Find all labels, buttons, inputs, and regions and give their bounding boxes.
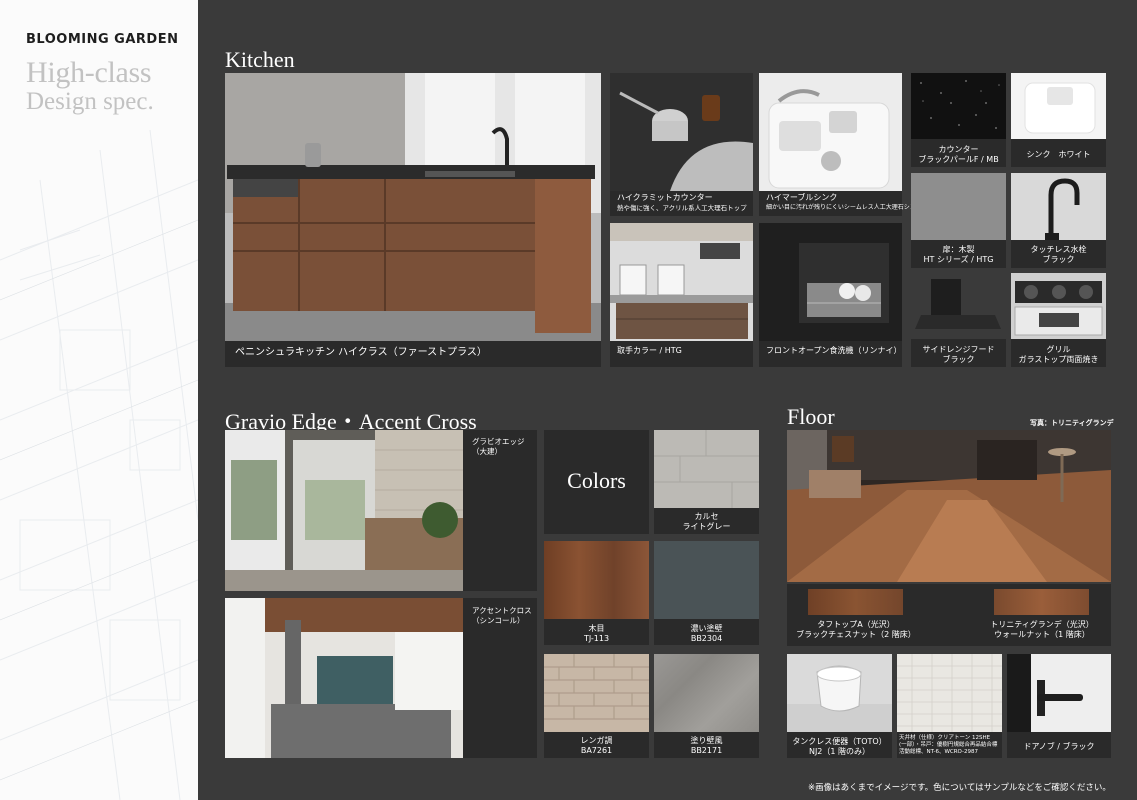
accent-cross-photo (225, 598, 463, 758)
swatch-brick-ba7261 (544, 654, 649, 732)
swatch-wood-line1: 木目 (588, 624, 605, 633)
ceiling-tile-line2: (一部）・吊戸：優樹円規総合再品結合標 (899, 742, 998, 748)
counter-caption-desc: 熱や傷に強く、アクリル系人工大理石トップ (617, 204, 747, 212)
swatch-carse-line1: カルセ (694, 512, 719, 521)
kitchen-main-caption: ペニンシュラキッチン ハイクラス（ファーストプラス） (235, 347, 487, 358)
floor-swatch-walnut (994, 589, 1089, 615)
floor-a-line2: ブラックチェスナット（2 階床） (796, 630, 916, 639)
tagline-design-spec: Design spec. (26, 88, 154, 115)
handle-color-caption: 取手カラー / HTG (617, 346, 682, 355)
swatch-plaster-line1: 塗り壁風 (690, 736, 723, 745)
floor-swatch-black-chestnut (808, 589, 903, 615)
floor-b-line2: ウォールナット（1 階床） (994, 630, 1090, 639)
faucet-line1: タッチレス水栓 (1030, 245, 1087, 254)
toilet-line2: NJ2（1 階のみ） (808, 747, 871, 756)
faucet-line2: ブラック (1042, 255, 1075, 264)
swatch-brick-line1: レンガ調 (580, 736, 613, 745)
gravio-edge-line2: （大建） (472, 447, 502, 456)
counter-caption-title: ハイクラミットカウンター (617, 193, 713, 202)
gravio-edge-photo (225, 430, 463, 591)
gravio-edge-line1: グラビオエッジ (472, 437, 525, 446)
door-knob-photo (1007, 654, 1111, 732)
ceiling-tile-line3: 活動総標、NT-6、WCRO-2987 (899, 749, 979, 755)
grill-line1: グリル (1046, 345, 1071, 354)
range-hood-photo (911, 273, 1006, 339)
handle-color-photo (610, 223, 753, 341)
swatch-wood-tj113 (544, 541, 649, 619)
colors-title: Colors (567, 468, 626, 493)
faucet-photo (1011, 173, 1106, 240)
toilet-photo (787, 654, 892, 732)
sink-caption-title: ハイマーブルシンク (766, 193, 838, 202)
door-material-line1: 扉：木製 (942, 245, 975, 254)
floor-b-line1: トリニティグランデ（光沢） (990, 620, 1094, 629)
floor-photo (787, 430, 1111, 582)
door-knob-caption: ドアノブ / ブラック (1023, 742, 1095, 751)
counter-photo (610, 73, 753, 191)
sink-photo (759, 73, 902, 191)
ceiling-tile-line1: 天井材（仕様）クリアトーン 12SHE (899, 735, 991, 741)
swatch-brick-line2: BA7261 (580, 746, 613, 755)
grill-line2: ガラストップ両面焼き (1018, 355, 1099, 364)
accent-cross-line2: （シンコール） (472, 616, 525, 625)
tagline-high-class: High-class (26, 56, 152, 89)
footer-note: ※画像はあくまでイメージです。色についてはサンプルなどをご確認ください。 (808, 783, 1111, 793)
swatch-dark-wall-bb2304 (654, 541, 759, 619)
dishwasher-caption: フロントオープン食洗機（リンナイ） (766, 346, 902, 355)
door-material-swatch (911, 173, 1006, 240)
accent-cross-line1: アクセントクロス (472, 606, 532, 615)
counter-color-swatch (911, 73, 1006, 139)
floor-photo-credit: 写真：トリニティグランデ (1030, 419, 1114, 427)
counter-color-line1: カウンター (938, 145, 979, 154)
swatch-wood-line2: TJ-113 (583, 634, 610, 643)
sink-white-caption: シンク ホワイト (1026, 150, 1091, 159)
dishwasher-photo (759, 223, 902, 341)
range-hood-line2: ブラック (942, 355, 975, 364)
floor-title: Floor (787, 404, 835, 429)
brand-name: BLOOMING GARDEN (26, 32, 179, 47)
swatch-carse-line2: ライトグレー (682, 522, 731, 531)
kitchen-main-photo (225, 73, 601, 341)
grill-photo (1011, 273, 1106, 339)
swatch-plaster-line2: BB2171 (690, 746, 723, 755)
blueprint-background (0, 129, 198, 800)
swatch-plaster-bb2171 (654, 654, 759, 732)
range-hood-line1: サイドレンジフード (922, 345, 995, 354)
ceiling-tile-swatch (897, 654, 1002, 732)
door-material-line2: HT シリーズ / HTG (923, 255, 994, 264)
counter-color-line2: ブラックパールF / MB (918, 155, 999, 164)
brand-panel: BLOOMING GARDEN High-class Design spec. (0, 0, 198, 800)
toilet-line1: タンクレス便器（TOTO） (792, 737, 887, 746)
sink-caption-desc: 細かい目に汚れが残りにくいシームレス人工大理石シンク (766, 204, 922, 211)
swatch-dark-wall-line2: BB2304 (690, 634, 723, 643)
swatch-carse-light-grey (654, 430, 759, 508)
floor-a-line1: タフトップA（光沢） (817, 620, 895, 629)
swatch-dark-wall-line1: 濃い塗壁 (690, 624, 723, 633)
sink-white-swatch (1011, 73, 1106, 139)
kitchen-title: Kitchen (225, 47, 295, 72)
